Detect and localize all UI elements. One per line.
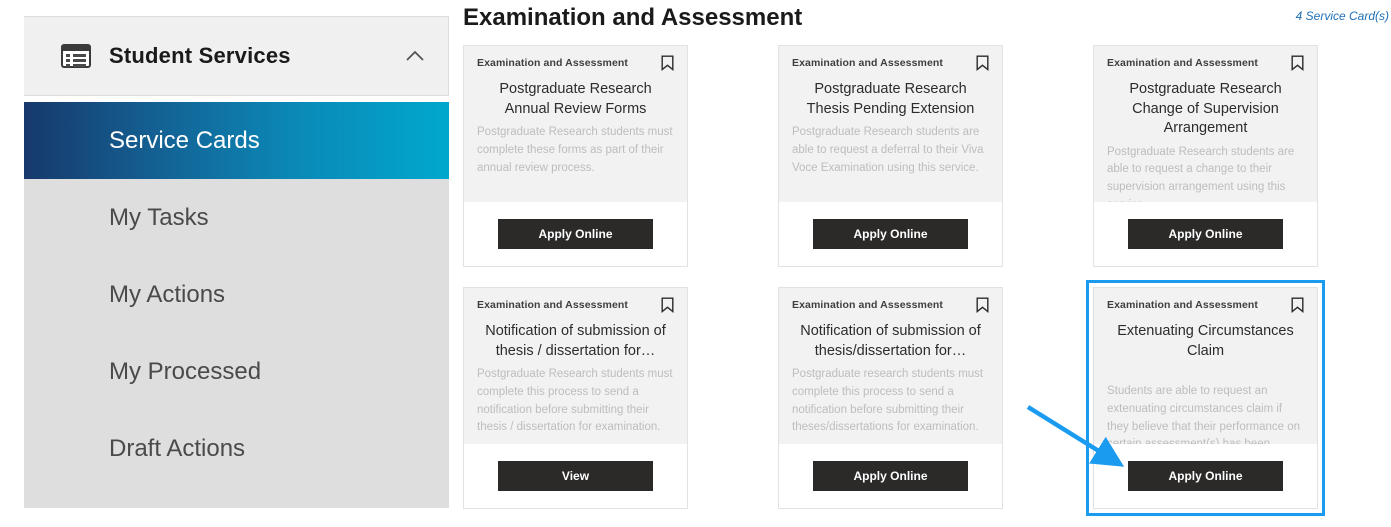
service-card-footer: Apply Online — [464, 202, 687, 266]
sidebar: Student Services Service Cards My Tasks … — [24, 0, 449, 508]
sidebar-nav-list: Service Cards My Tasks My Actions My Pro… — [24, 102, 449, 508]
apply-online-button[interactable]: Apply Online — [813, 461, 968, 491]
service-card[interactable]: Examination and Assessment Postgraduate … — [463, 45, 688, 267]
sidebar-item-label: My Tasks — [109, 203, 209, 231]
service-card-title: Notification of submission of thesis / d… — [485, 323, 666, 359]
service-card-body: Examination and Assessment Notification … — [464, 288, 687, 444]
service-card-category: Examination and Assessment — [792, 299, 944, 311]
main-content: Examination and Assessment 4 Service Car… — [455, 0, 1391, 527]
sidebar-item-label: My Actions — [109, 280, 226, 308]
sidebar-item-my-tasks[interactable]: My Tasks — [24, 179, 449, 256]
bookmark-icon[interactable] — [661, 55, 674, 71]
sidebar-item-my-processed[interactable]: My Processed — [24, 333, 449, 410]
service-card-description: Postgraduate Research students must comp… — [477, 368, 673, 434]
service-card-footer: Apply Online — [1094, 444, 1317, 508]
service-card-title: Extenuating Circumstances Claim — [1117, 323, 1294, 359]
service-card-category: Examination and Assessment — [477, 299, 629, 311]
sidebar-item-draft-actions[interactable]: Draft Actions — [24, 410, 449, 487]
service-card[interactable]: Examination and Assessment Postgraduate … — [1093, 45, 1318, 267]
bookmark-icon[interactable] — [1291, 55, 1304, 71]
sidebar-item-label: My Processed — [109, 357, 262, 385]
service-card-body: Examination and Assessment Postgraduate … — [464, 46, 687, 202]
view-button[interactable]: View — [498, 461, 653, 491]
service-card[interactable]: Examination and Assessment Notification … — [463, 287, 688, 509]
service-card-body: Examination and Assessment Extenuating C… — [1094, 288, 1317, 444]
sidebar-item-label: Draft Actions — [109, 434, 246, 462]
apply-online-button[interactable]: Apply Online — [1128, 461, 1283, 491]
service-card[interactable]: Examination and Assessment Notification … — [778, 287, 1003, 509]
service-card-category: Examination and Assessment — [792, 57, 944, 69]
bookmark-icon[interactable] — [976, 55, 989, 71]
service-card-footer: Apply Online — [779, 444, 1002, 508]
service-card-body: Examination and Assessment Notification … — [779, 288, 1002, 444]
service-card-body: Examination and Assessment Postgraduate … — [779, 46, 1002, 202]
sidebar-item-my-actions[interactable]: My Actions — [24, 256, 449, 333]
service-card-body: Examination and Assessment Postgraduate … — [1094, 46, 1317, 202]
bookmark-icon[interactable] — [661, 297, 674, 313]
service-card-highlighted[interactable]: Examination and Assessment Extenuating C… — [1086, 280, 1325, 516]
service-card-category: Examination and Assessment — [1107, 299, 1259, 311]
service-card-description: Postgraduate research students must comp… — [792, 368, 984, 434]
chevron-up-icon[interactable] — [404, 49, 426, 63]
service-card-title: Postgraduate Research Thesis Pending Ext… — [806, 81, 975, 117]
service-card-count: 4 Service Card(s) — [1295, 9, 1389, 23]
service-card-grid: Examination and Assessment Postgraduate … — [463, 45, 1325, 516]
service-card-footer: Apply Online — [779, 202, 1002, 266]
sidebar-item-service-cards[interactable]: Service Cards — [24, 102, 449, 179]
service-card[interactable]: Examination and Assessment Postgraduate … — [778, 45, 1003, 267]
list-panel-icon — [61, 44, 91, 68]
service-card-title: Postgraduate Research Annual Review Form… — [499, 81, 652, 117]
sidebar-item-label: Service Cards — [109, 126, 260, 154]
service-card-description: Students are able to request an extenuat… — [1107, 385, 1301, 444]
service-card-description: Postgraduate Research students are able … — [792, 126, 984, 174]
sidebar-header[interactable]: Student Services — [24, 16, 449, 96]
service-card-title: Postgraduate Research Change of Supervis… — [1129, 81, 1282, 137]
service-card-description: Postgraduate Research students must comp… — [477, 126, 673, 174]
page-root: Student Services Service Cards My Tasks … — [0, 0, 1391, 527]
service-card-description: Postgraduate Research students are able … — [1107, 145, 1295, 202]
apply-online-button[interactable]: Apply Online — [813, 219, 968, 249]
service-card-footer: Apply Online — [1094, 202, 1317, 266]
bookmark-icon[interactable] — [1291, 297, 1304, 313]
apply-online-button[interactable]: Apply Online — [1128, 219, 1283, 249]
sidebar-title: Student Services — [109, 43, 291, 68]
service-card-category: Examination and Assessment — [477, 57, 629, 69]
page-title: Examination and Assessment — [463, 4, 803, 31]
service-card-title: Notification of submission of thesis/dis… — [800, 323, 981, 359]
bookmark-icon[interactable] — [976, 297, 989, 313]
service-card-footer: View — [464, 444, 687, 508]
apply-online-button[interactable]: Apply Online — [498, 219, 653, 249]
service-card-category: Examination and Assessment — [1107, 57, 1259, 69]
